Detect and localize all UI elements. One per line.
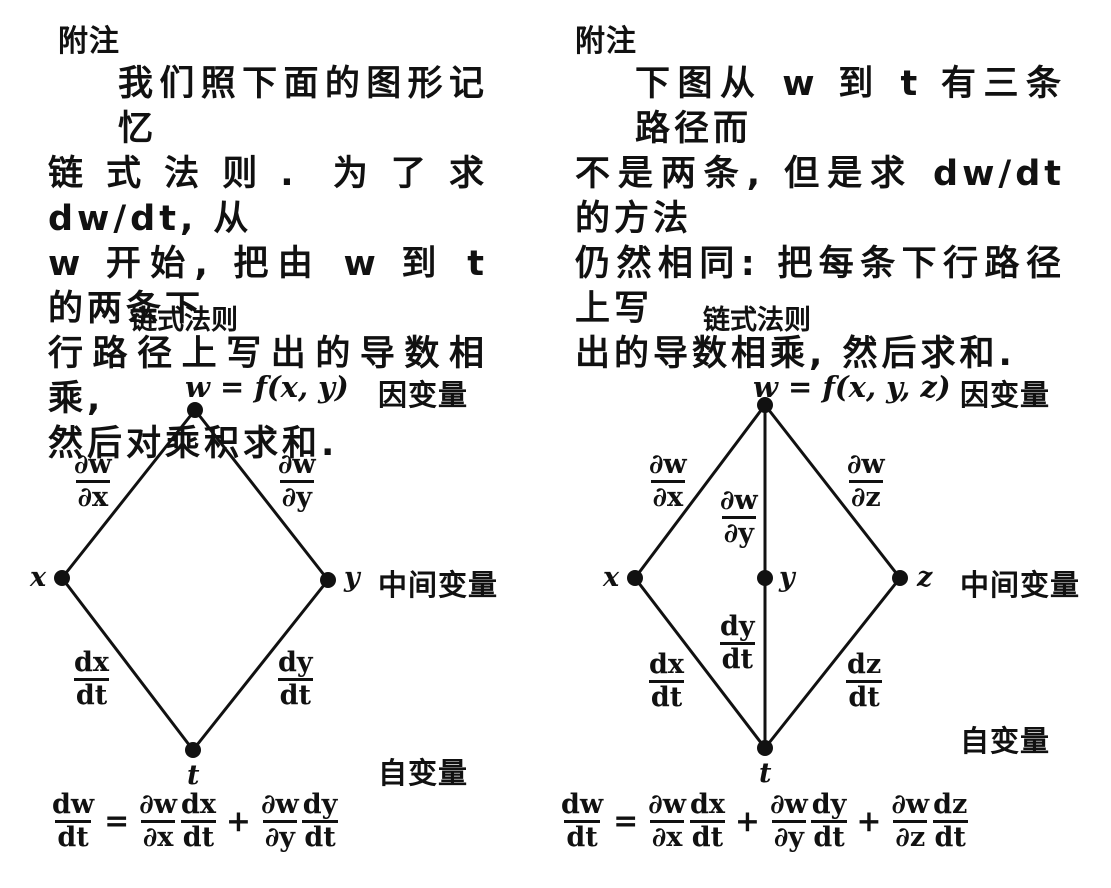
edge-label-dz-dt: dz dt (846, 649, 882, 713)
var-y: y (344, 562, 360, 593)
node-y (757, 570, 773, 586)
edge-label-dy-dt: dy dt (277, 647, 313, 711)
right-note-panel: 附注 下图从 w 到 t 有三条路径而 不是两条, 但是求 dw/dt 的方法 … (555, 0, 1111, 888)
term-factor: ∂w ∂x (648, 789, 686, 853)
edge-label-dw-dz: ∂w ∂z (847, 449, 885, 513)
term-factor: ∂w ∂y (261, 789, 299, 853)
chain-rule-equation: dw dt = ∂w ∂x dx dt + ∂w ∂y dy dt (50, 790, 339, 853)
var-z: z (917, 562, 933, 593)
edge-label-dx-dt: dx dt (648, 649, 685, 713)
edge-label-dw-dx: ∂w ∂x (74, 449, 112, 513)
term-factor: ∂w ∂z (891, 789, 930, 853)
edge-label-dw-dy: ∂w ∂y (720, 485, 758, 549)
function-label: w = f(x, y) (185, 370, 349, 404)
term-factor: dz dt (932, 789, 968, 853)
term-factor: dx dt (180, 789, 217, 853)
equation-lhs: dw dt (52, 789, 95, 853)
equals-sign: = (613, 804, 639, 839)
level-independent: 自变量 (960, 724, 1051, 758)
level-intermediate: 中间变量 (960, 568, 1081, 602)
var-t: t (759, 758, 772, 789)
node-x (54, 570, 70, 586)
edge-label-dy-dt: dy dt (719, 611, 755, 675)
chain-rule-equation: dw dt = ∂w ∂x dx dt + ∂w ∂y dy dt + ∂w ∂… (559, 790, 969, 853)
function-label: w = f(x, y, z) (753, 370, 951, 404)
node-y (320, 572, 336, 588)
edge-label-dw-dx: ∂w ∂x (649, 449, 687, 513)
term-factor: dy dt (811, 789, 847, 853)
level-independent: 自变量 (378, 756, 469, 790)
node-z (892, 570, 908, 586)
var-x: x (30, 562, 47, 593)
var-t: t (187, 760, 200, 791)
node-t (757, 740, 773, 756)
edge-label-dx-dt: dx dt (73, 647, 110, 711)
level-intermediate: 中间变量 (378, 568, 499, 602)
level-dependent: 因变量 (378, 378, 469, 412)
equals-sign: = (104, 804, 130, 839)
node-t (185, 742, 201, 758)
node-x (627, 570, 643, 586)
node-w (187, 402, 203, 418)
plus-sign: + (856, 804, 882, 839)
term-factor: ∂w ∂y (770, 789, 808, 853)
equation-lhs: dw dt (561, 789, 604, 853)
term-factor: dx dt (689, 789, 726, 853)
level-dependent: 因变量 (960, 378, 1051, 412)
var-y: y (779, 562, 795, 593)
term-factor: ∂w ∂x (139, 789, 177, 853)
var-x: x (603, 562, 620, 593)
left-note-panel: 附注 我们照下面的图形记忆 链式法则. 为了求 dw/dt, 从 w 开始, 把… (0, 0, 540, 888)
plus-sign: + (225, 804, 252, 839)
edge-label-dw-dy: ∂w ∂y (278, 449, 316, 513)
term-factor: dy dt (302, 789, 338, 853)
plus-sign: + (734, 804, 761, 839)
